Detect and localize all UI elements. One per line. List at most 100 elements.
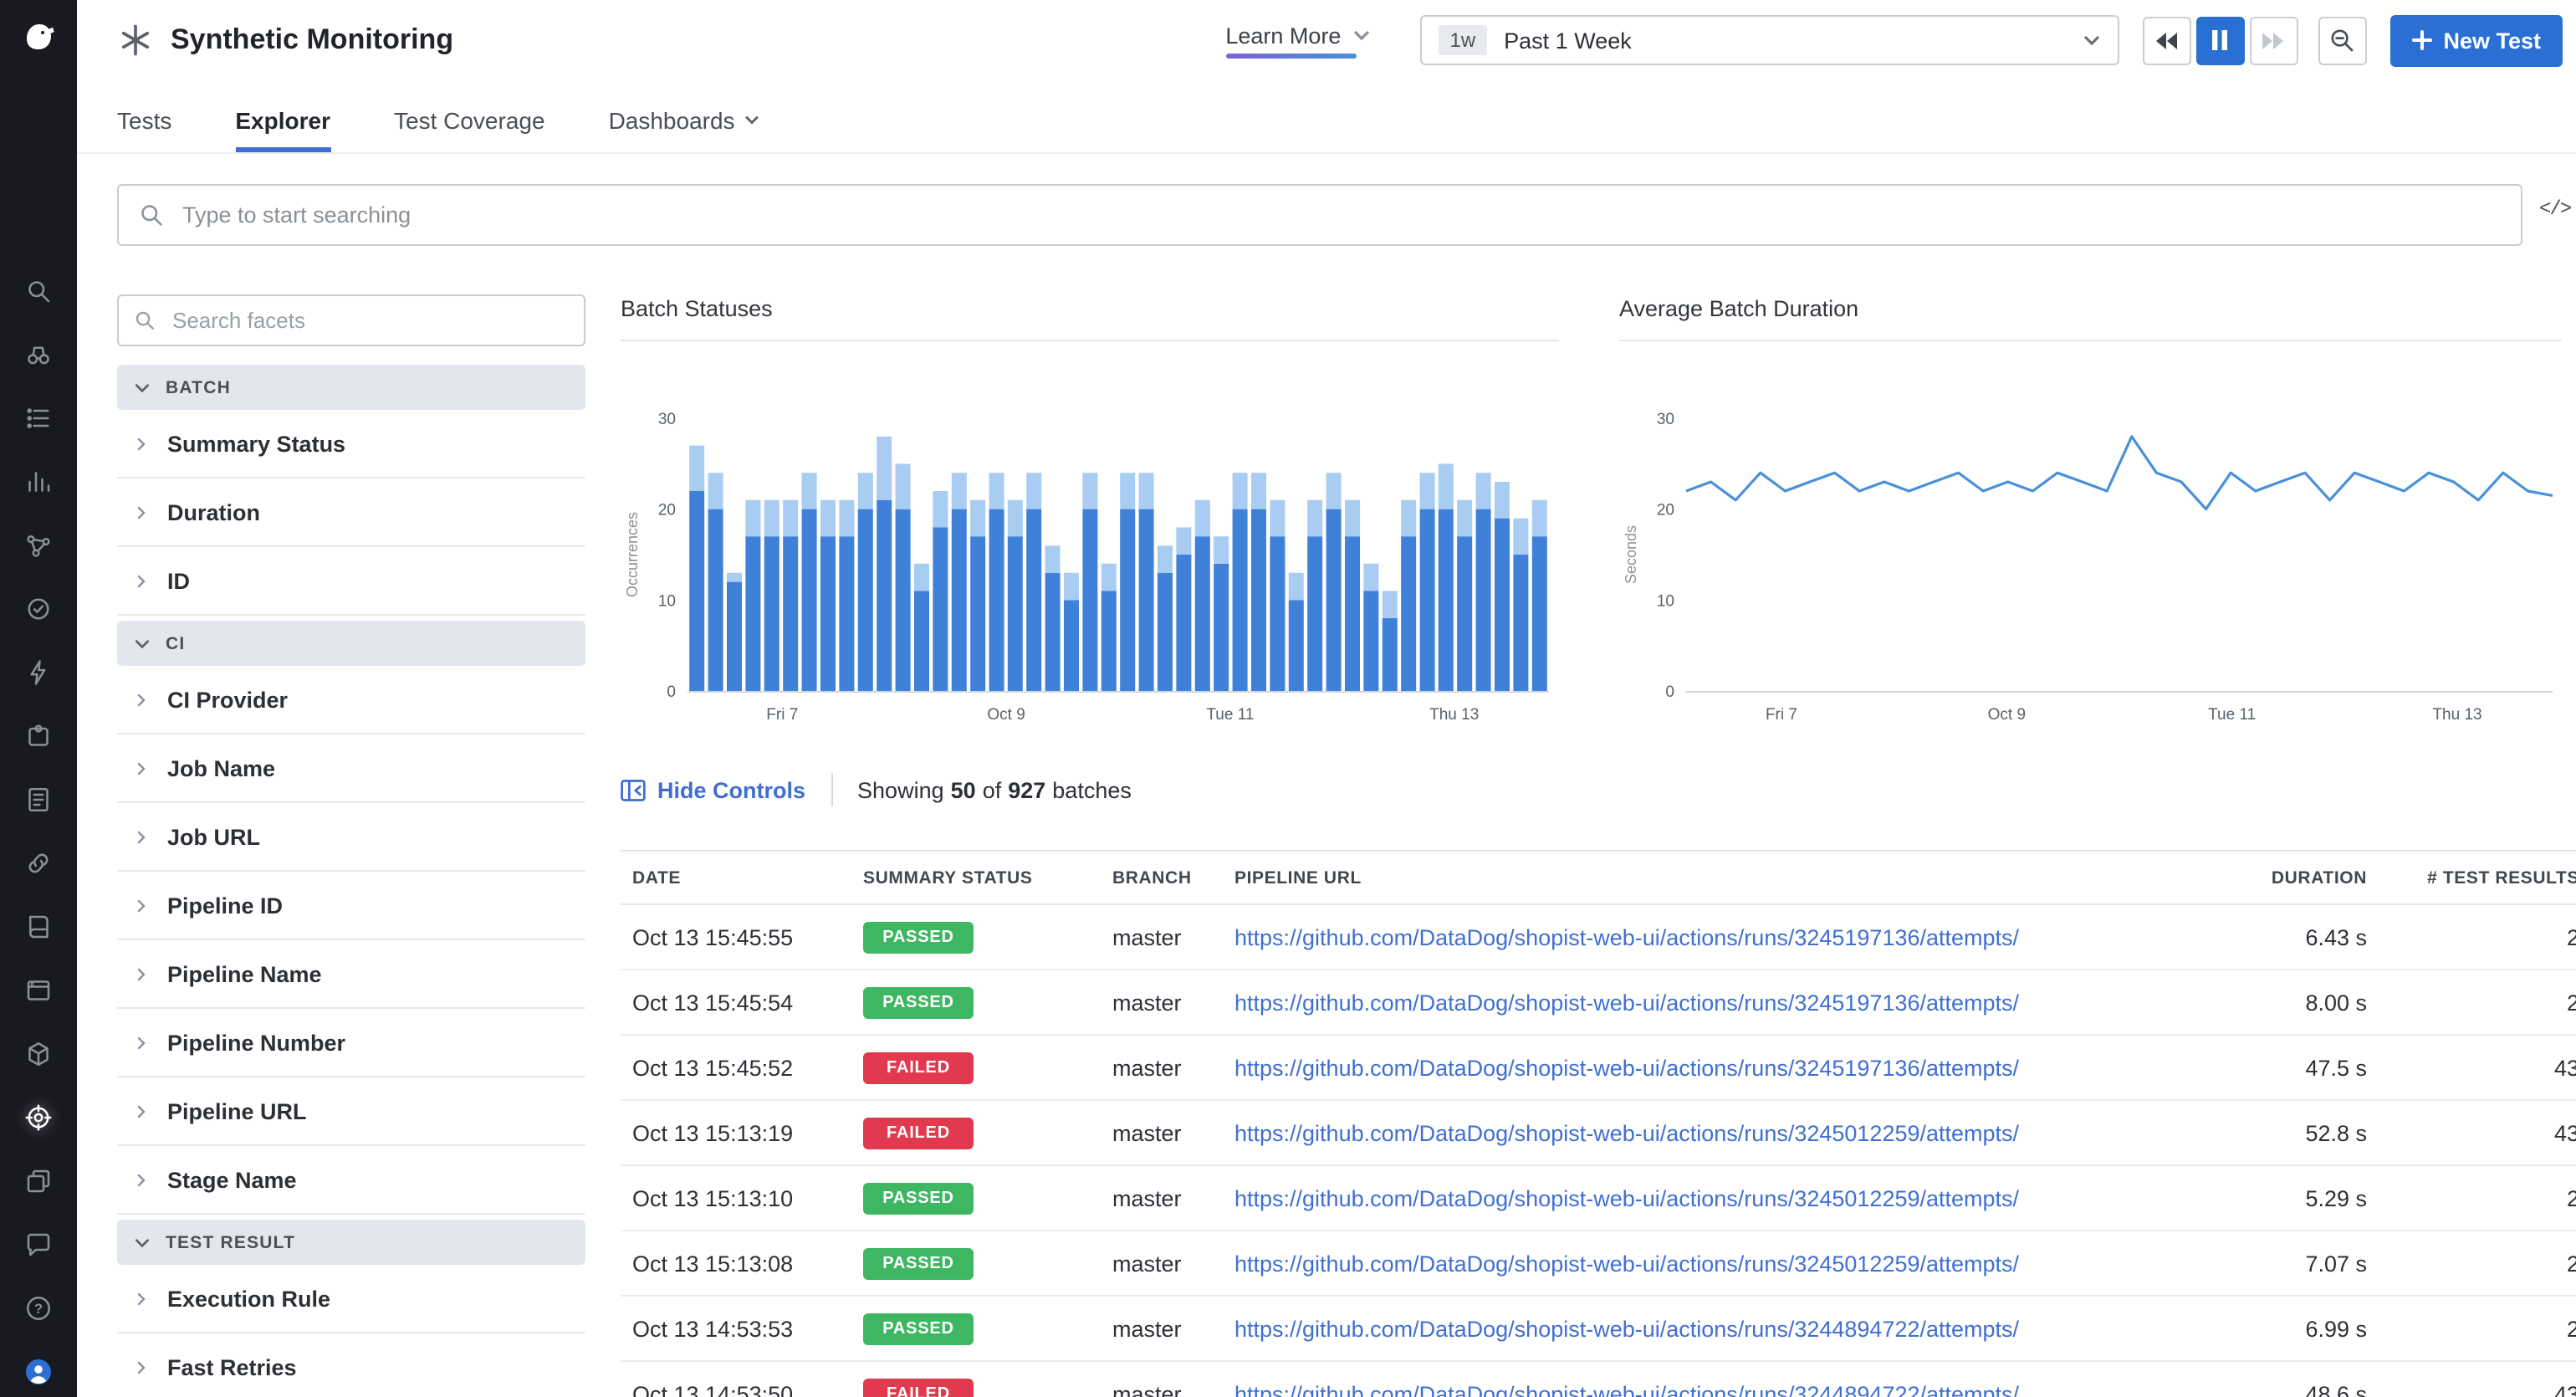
col-header-pipeline-url[interactable]: PIPELINE URL	[1234, 867, 2168, 888]
tab-dashboards[interactable]: Dashboards	[609, 107, 760, 152]
chevron-right-icon	[134, 434, 149, 453]
pipeline-url-link[interactable]: https://github.com/DataDog/shopist-web-u…	[1234, 1055, 2019, 1080]
facet-group-ci[interactable]: CI	[117, 621, 585, 666]
table-header-row: DATE SUMMARY STATUS BRANCH PIPELINE URL …	[621, 850, 2576, 905]
sidebar-icon-avatar[interactable]	[23, 1357, 54, 1387]
pipeline-url-link[interactable]: https://github.com/DataDog/shopist-web-u…	[1234, 1381, 2019, 1397]
datadog-logo-icon[interactable]	[18, 17, 59, 57]
hide-controls-button[interactable]: Hide Controls	[621, 777, 805, 802]
new-test-button[interactable]: New Test	[2389, 14, 2563, 66]
facet-search-input[interactable]	[169, 306, 569, 335]
tab-tests[interactable]: Tests	[117, 107, 171, 152]
col-header-date[interactable]: DATE	[632, 867, 863, 888]
svg-text:30: 30	[1657, 411, 1674, 428]
sidebar-icon-search[interactable]	[23, 276, 54, 306]
sidebar-icon-notebook-book[interactable]	[23, 912, 54, 942]
tab-test-coverage[interactable]: Test Coverage	[394, 107, 545, 152]
pipeline-url-link[interactable]: https://github.com/DataDog/shopist-web-u…	[1234, 1120, 2019, 1145]
chevron-right-icon	[134, 759, 149, 777]
facet-item-duration[interactable]: Duration	[117, 478, 585, 547]
facet-item-pipeline-id[interactable]: Pipeline ID	[117, 872, 585, 940]
pipeline-url-link[interactable]: https://github.com/DataDog/shopist-web-u…	[1234, 1251, 2019, 1276]
table-row[interactable]: Oct 13 14:53:50FAILEDmasterhttps://githu…	[621, 1362, 2576, 1397]
facet-item-summary-status[interactable]: Summary Status	[117, 410, 585, 478]
time-range-picker[interactable]: 1w Past 1 Week	[1419, 15, 2119, 65]
plus-icon	[2411, 30, 2431, 50]
facet-item-stage-name[interactable]: Stage Name	[117, 1146, 585, 1215]
sidebar-icon-logs-doc[interactable]	[23, 785, 54, 815]
table-row[interactable]: Oct 13 15:45:52FAILEDmasterhttps://githu…	[621, 1036, 2576, 1101]
svg-text:Fri 7: Fri 7	[1766, 706, 1797, 724]
pipeline-url-link[interactable]: https://github.com/DataDog/shopist-web-u…	[1234, 1185, 2019, 1210]
table-row[interactable]: Oct 13 14:53:53PASSEDmasterhttps://githu…	[621, 1297, 2576, 1362]
sidebar-icon-dashboards-list[interactable]	[23, 403, 54, 433]
sidebar-icon-security-cube[interactable]	[23, 1039, 54, 1069]
col-header-duration[interactable]: DURATION	[2168, 867, 2369, 888]
showing-prefix: Showing	[857, 777, 944, 802]
new-test-label: New Test	[2443, 28, 2541, 53]
sidebar-icon-help[interactable]: ?	[23, 1293, 54, 1323]
sidebar-icon-apm-bolt[interactable]	[23, 658, 54, 688]
search-icon	[139, 202, 164, 228]
pipeline-url-link[interactable]: https://github.com/DataDog/shopist-web-u…	[1234, 924, 2019, 949]
status-badge: PASSED	[863, 1247, 974, 1279]
facet-item-pipeline-number[interactable]: Pipeline Number	[117, 1009, 585, 1077]
facet-item-ci-provider[interactable]: CI Provider	[117, 666, 585, 734]
facet-group-test-result[interactable]: TEST RESULT	[117, 1220, 585, 1265]
svg-text:10: 10	[1657, 592, 1674, 610]
tab-explorer[interactable]: Explorer	[235, 107, 330, 152]
sidebar-icon-integrations-puzzle[interactable]	[23, 721, 54, 751]
sidebar-icon-service-map[interactable]	[23, 530, 54, 560]
divider	[831, 773, 832, 806]
rail-icon-list: ?	[23, 276, 54, 1387]
fast-forward-button[interactable]	[2249, 16, 2297, 64]
cell-branch: master	[1112, 1055, 1234, 1080]
sidebar-icon-ci-layers[interactable]	[23, 1166, 54, 1196]
sidebar-icon-rum-browser[interactable]	[23, 975, 54, 1006]
table-row[interactable]: Oct 13 15:13:10PASSEDmasterhttps://githu…	[621, 1166, 2576, 1231]
cell-status: PASSED	[863, 986, 1112, 1018]
page-title: Synthetic Monitoring	[171, 23, 453, 57]
table-row[interactable]: Oct 13 15:13:08PASSEDmasterhttps://githu…	[621, 1231, 2576, 1297]
list-controls: Hide Controls Showing 50 of 927 batches	[621, 773, 1132, 806]
facet-search	[117, 294, 585, 346]
facet-item-execution-rule[interactable]: Execution Rule	[117, 1265, 585, 1333]
batch-statuses-chart: 0102030Fri 7Oct 9Tue 11Thu 13Occurrences	[621, 402, 1559, 738]
query-syntax-toggle-icon[interactable]: </>	[2539, 197, 2570, 221]
facet-item-pipeline-url[interactable]: Pipeline URL	[117, 1077, 585, 1146]
pipeline-url-link[interactable]: https://github.com/DataDog/shopist-web-u…	[1234, 1316, 2019, 1341]
showing-of: of	[983, 777, 1002, 802]
search-input[interactable]	[179, 201, 2501, 229]
col-header-summary-status[interactable]: SUMMARY STATUS	[863, 867, 1112, 888]
facet-item-job-url[interactable]: Job URL	[117, 803, 585, 872]
svg-text:Oct 9: Oct 9	[1988, 706, 2026, 724]
cell-status: PASSED	[863, 1182, 1112, 1214]
sidebar-icon-traces-link[interactable]	[23, 848, 54, 878]
cell-duration: 52.8 s	[2168, 1120, 2369, 1145]
pipeline-url-link[interactable]: https://github.com/DataDog/shopist-web-u…	[1234, 990, 2019, 1015]
pause-button[interactable]	[2195, 16, 2244, 64]
facet-item-fast-retries[interactable]: Fast Retries	[117, 1333, 585, 1397]
learn-more-link[interactable]: Learn More	[1225, 23, 1369, 58]
rewind-button[interactable]	[2142, 16, 2190, 64]
facet-group-batch[interactable]: BATCH	[117, 365, 585, 410]
cell-test-results: 2	[2369, 990, 2576, 1015]
cell-test-results: 2	[2369, 1316, 2576, 1341]
facet-item-pipeline-name[interactable]: Pipeline Name	[117, 940, 585, 1009]
sidebar-icon-metrics-bars[interactable]	[23, 467, 54, 497]
cell-test-results: 2	[2369, 1251, 2576, 1276]
sidebar-icon-watchdog-binoculars[interactable]	[23, 340, 54, 370]
col-header-branch[interactable]: BRANCH	[1112, 867, 1234, 888]
table-row[interactable]: Oct 13 15:13:19FAILEDmasterhttps://githu…	[621, 1101, 2576, 1166]
zoom-out-button[interactable]	[2318, 16, 2366, 64]
svg-text:Fri 7: Fri 7	[766, 706, 798, 724]
facet-item-id[interactable]: ID	[117, 547, 585, 616]
sidebar-icon-monitors-check[interactable]	[23, 594, 54, 624]
col-header-test-results[interactable]: # TEST RESULTS	[2369, 867, 2576, 888]
sidebar-icon-feedback-chat[interactable]	[23, 1230, 54, 1260]
svg-text:0: 0	[1665, 683, 1674, 701]
table-row[interactable]: Oct 13 15:45:55PASSEDmasterhttps://githu…	[621, 905, 2576, 970]
table-row[interactable]: Oct 13 15:45:54PASSEDmasterhttps://githu…	[621, 970, 2576, 1036]
sidebar-icon-synthetics-target[interactable]	[23, 1103, 54, 1133]
facet-item-job-name[interactable]: Job Name	[117, 734, 585, 803]
